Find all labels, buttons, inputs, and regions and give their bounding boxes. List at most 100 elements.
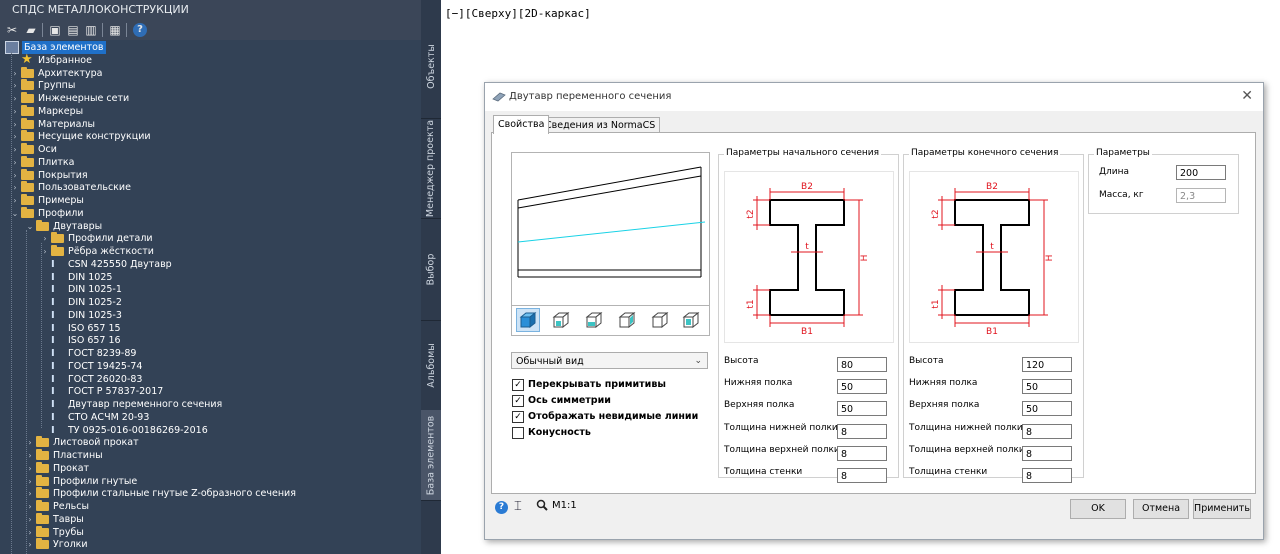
tree-item[interactable]: › Тавры <box>0 512 421 526</box>
side-tab[interactable]: Менеджер проекта <box>421 118 441 219</box>
side-tab[interactable]: База элементов <box>421 410 441 501</box>
expand-arrow-icon[interactable]: › <box>26 449 34 462</box>
tab-properties[interactable]: Свойства <box>493 115 550 134</box>
apply-button[interactable]: Применить <box>1193 499 1251 519</box>
tree-item[interactable]: I DIN 1025 <box>0 271 421 284</box>
field-input[interactable]: 50 <box>1022 379 1072 394</box>
field-input[interactable]: 8 <box>1022 446 1072 461</box>
view-shaded-button[interactable] <box>516 308 540 332</box>
cancel-button[interactable]: Отмена <box>1133 499 1189 519</box>
checkbox-box[interactable]: ✓ <box>512 411 524 423</box>
tree-item[interactable]: I Двутавр переменного сечения <box>0 398 421 411</box>
collapse-arrow-icon[interactable]: ⌄ <box>11 207 19 220</box>
tree-item[interactable]: › Прокат <box>0 461 421 475</box>
help-icon[interactable]: ? <box>133 23 147 37</box>
tree-item[interactable]: › Архитектура <box>0 66 421 80</box>
tree-item[interactable]: › Рёбра жёсткости <box>0 245 421 258</box>
delete-icon[interactable]: ▦ <box>108 23 122 37</box>
tree-item[interactable]: I ГОСТ 19425-74 <box>0 360 421 373</box>
expand-arrow-icon[interactable]: › <box>41 232 49 245</box>
field-input[interactable]: 8 <box>837 424 887 439</box>
tree-item[interactable]: › Профили стальные гнутые Z-образного сеч… <box>0 487 421 500</box>
tree-item[interactable]: › Оси <box>0 143 421 156</box>
viewport-label[interactable]: [−][Сверху][2D-каркас] <box>445 7 591 20</box>
view-iso-button[interactable] <box>680 309 702 331</box>
expand-arrow-icon[interactable]: › <box>26 436 34 449</box>
length-input[interactable]: 200 <box>1176 165 1226 180</box>
tree-item[interactable]: ⌄ Двутавры <box>0 219 421 233</box>
tree-item[interactable]: I ТУ 0925-016-00186269-2016 <box>0 424 421 437</box>
view-front-button[interactable] <box>550 309 572 331</box>
expand-arrow-icon[interactable]: › <box>26 500 34 513</box>
tree-item[interactable]: › Группы <box>0 79 421 92</box>
tree-item[interactable]: I ГОСТ Р 57837-2017 <box>0 385 421 398</box>
tree-item[interactable]: › Маркеры <box>0 104 421 118</box>
field-input[interactable]: 50 <box>837 379 887 394</box>
tree-item[interactable]: › Покрытия <box>0 168 421 182</box>
checkbox-box[interactable]: ✓ <box>512 379 524 391</box>
field-input[interactable]: 8 <box>1022 468 1072 483</box>
side-tab[interactable]: Объекты <box>421 14 441 119</box>
collapse-arrow-icon[interactable]: ⌄ <box>26 220 34 233</box>
close-icon[interactable]: ✕ <box>1241 88 1253 104</box>
field-input[interactable]: 8 <box>1022 424 1072 439</box>
pick-cursor-icon[interactable]: ⌶ <box>514 499 522 514</box>
tree-item[interactable]: I ГОСТ 8239-89 <box>0 347 421 360</box>
report-icon[interactable]: ▥ <box>84 23 98 37</box>
expand-arrow-icon[interactable]: › <box>11 130 19 143</box>
checkbox-box[interactable]: ✓ <box>512 395 524 407</box>
tree-item[interactable]: › Листовой прокат <box>0 436 421 449</box>
tree-item[interactable]: › Рельсы <box>0 500 421 513</box>
expand-arrow-icon[interactable]: › <box>41 245 49 258</box>
expand-arrow-icon[interactable]: › <box>11 169 19 182</box>
expand-arrow-icon[interactable]: › <box>11 67 19 80</box>
field-input[interactable]: 8 <box>837 468 887 483</box>
field-input[interactable]: 8 <box>837 446 887 461</box>
tree-item[interactable]: I СТО АСЧМ 20-93 <box>0 411 421 424</box>
expand-arrow-icon[interactable]: › <box>26 462 34 475</box>
expand-arrow-icon[interactable]: › <box>26 513 34 526</box>
tab-normacs[interactable]: Сведения из NormaCS <box>540 117 661 133</box>
tree-item[interactable]: I ISO 657 15 <box>0 322 421 335</box>
tree-item[interactable]: ★ Избранное <box>0 53 421 67</box>
field-input[interactable]: 50 <box>837 401 887 416</box>
expand-arrow-icon[interactable]: › <box>11 143 19 156</box>
export-icon[interactable]: ▤ <box>66 23 80 37</box>
expand-arrow-icon[interactable]: › <box>11 79 19 92</box>
view-top-button[interactable] <box>616 309 638 331</box>
tree-item[interactable]: › Несущие конструкции <box>0 130 421 143</box>
tools-icon[interactable]: ✂ <box>5 23 19 37</box>
tree-item[interactable]: I DIN 1025-3 <box>0 309 421 322</box>
expand-arrow-icon[interactable]: › <box>11 92 19 105</box>
tree-item[interactable]: I DIN 1025-1 <box>0 283 421 296</box>
tree-item[interactable]: › Пользовательские <box>0 181 421 194</box>
checkbox-box[interactable] <box>512 427 524 439</box>
ok-button[interactable]: OK <box>1070 499 1126 519</box>
tree-item[interactable]: › Трубы <box>0 525 421 539</box>
expand-arrow-icon[interactable]: › <box>26 487 34 500</box>
expand-arrow-icon[interactable]: › <box>11 194 19 207</box>
view-side-button[interactable] <box>583 309 605 331</box>
field-input[interactable]: 80 <box>837 357 887 372</box>
tree-item[interactable]: › Плитка <box>0 155 421 169</box>
side-tab[interactable]: Выбор <box>421 218 441 321</box>
view-mode-select[interactable]: Обычный вид ⌄ <box>511 352 708 369</box>
expand-arrow-icon[interactable]: › <box>11 156 19 169</box>
side-tab[interactable]: Альбомы <box>421 320 441 411</box>
zoom-icon[interactable] <box>536 499 548 511</box>
tree-item[interactable]: I DIN 1025-2 <box>0 296 421 309</box>
tree-item[interactable]: › Уголки <box>0 538 421 551</box>
expand-arrow-icon[interactable]: › <box>11 118 19 131</box>
tree-item[interactable]: › Пластины <box>0 449 421 462</box>
tree-item[interactable]: I CSN 425550 Двутавр <box>0 258 421 271</box>
tree-item[interactable]: I ГОСТ 26020-83 <box>0 373 421 386</box>
tree-item[interactable]: › Профили детали <box>0 232 421 245</box>
expand-arrow-icon[interactable]: › <box>11 181 19 194</box>
expand-arrow-icon[interactable]: › <box>26 538 34 551</box>
help-icon[interactable]: ? <box>495 501 508 514</box>
expand-arrow-icon[interactable]: › <box>11 105 19 118</box>
tree-item[interactable]: › Материалы <box>0 117 421 131</box>
tree-item[interactable]: База элементов <box>0 41 421 54</box>
field-input[interactable]: 50 <box>1022 401 1072 416</box>
tree-item[interactable]: › Инженерные сети <box>0 92 421 105</box>
